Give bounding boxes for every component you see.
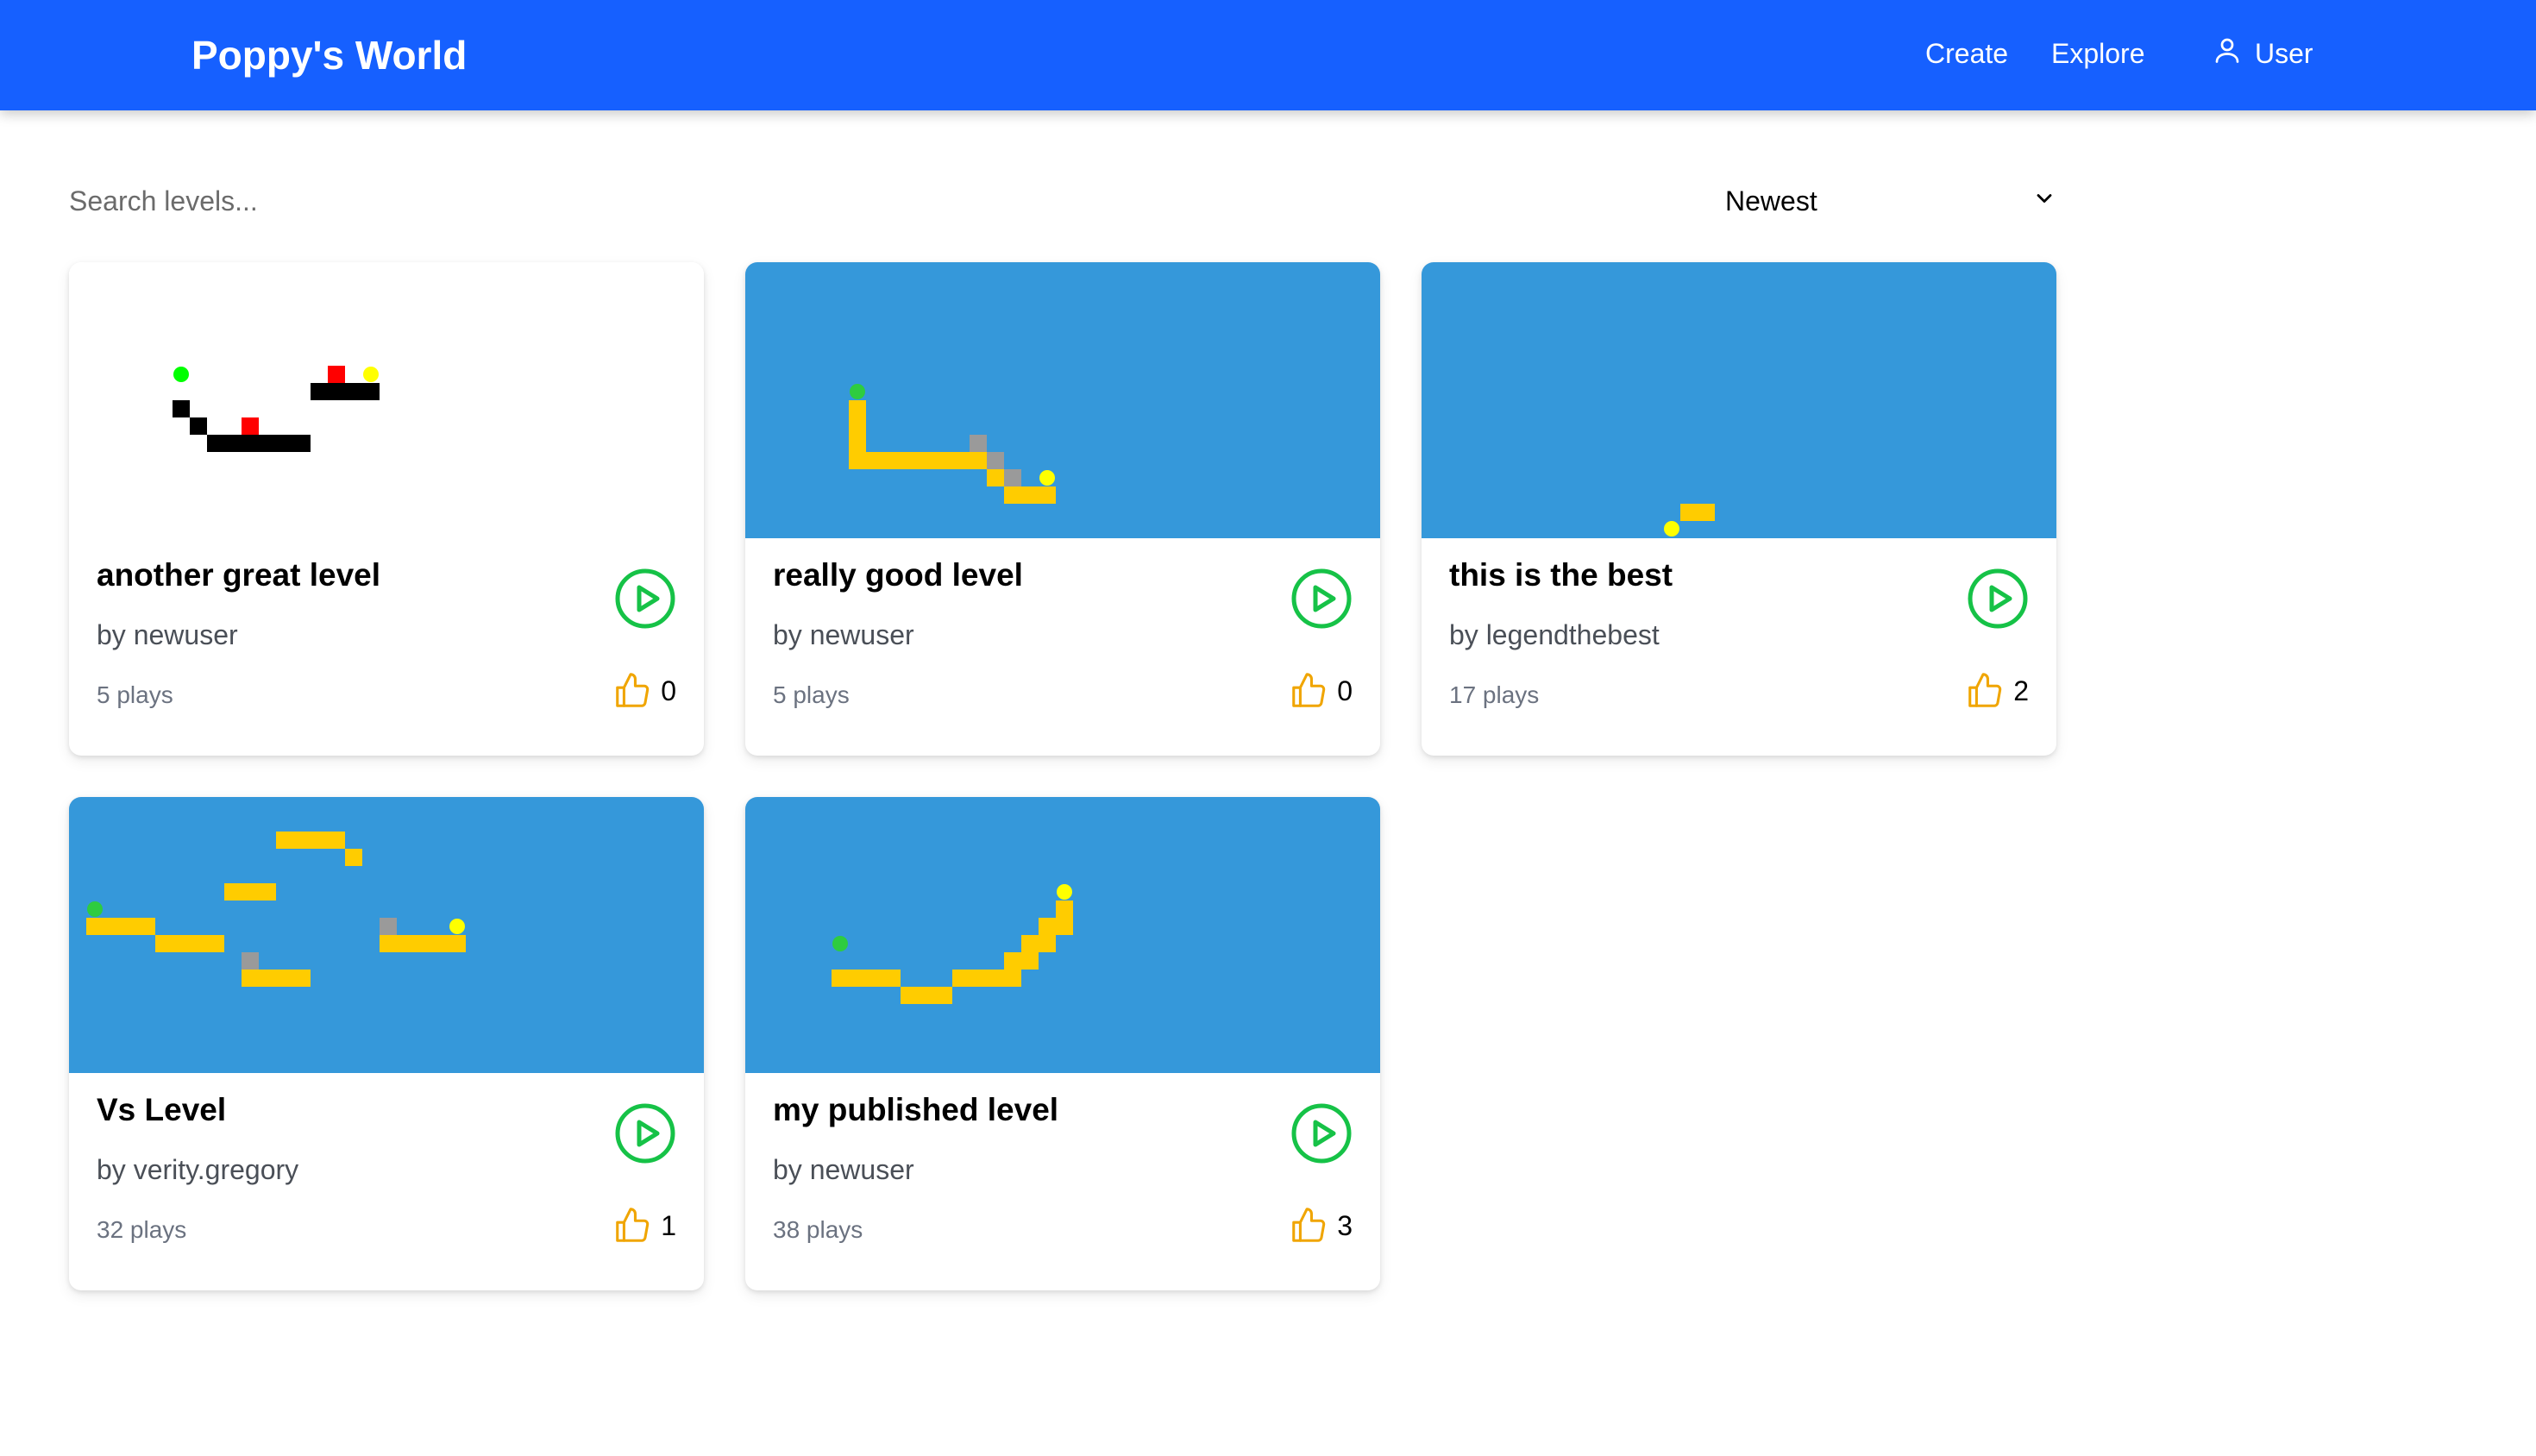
like-count: 1 [661, 1209, 676, 1241]
play-button[interactable] [614, 1102, 676, 1164]
sort-select[interactable]: Newest [1725, 178, 2056, 224]
level-thumbnail [69, 797, 704, 1073]
level-title: this is the best [1449, 557, 1673, 593]
level-card[interactable]: another great level by newuser 5 plays 0 [69, 262, 704, 756]
play-button[interactable] [614, 568, 676, 630]
level-title: really good level [773, 557, 1023, 593]
like-button[interactable]: 0 [1289, 671, 1353, 711]
level-plays: 32 plays [97, 1216, 187, 1243]
like-count: 2 [2013, 675, 2029, 706]
play-icon [1968, 568, 2028, 629]
play-icon [1291, 568, 1352, 629]
like-button[interactable]: 3 [1289, 1206, 1353, 1246]
sort-selected-value: Newest [1725, 185, 1817, 217]
chevron-down-icon [2032, 185, 2056, 217]
play-button[interactable] [1290, 1102, 1353, 1164]
level-title: Vs Level [97, 1092, 227, 1127]
level-author: by newuser [773, 619, 914, 650]
search-levels-input[interactable] [69, 178, 845, 224]
nav-create-link[interactable]: Create [1925, 38, 2008, 70]
like-button[interactable]: 2 [1965, 671, 2029, 711]
like-button[interactable]: 0 [612, 671, 676, 711]
level-plays: 5 plays [773, 681, 850, 708]
nav-user-menu[interactable]: User [2212, 35, 2313, 72]
like-count: 0 [661, 675, 676, 706]
level-plays: 38 plays [773, 1216, 863, 1243]
thumbs-up-icon [616, 1208, 650, 1242]
nav-explore-link[interactable]: Explore [2051, 38, 2145, 70]
level-plays: 5 plays [97, 681, 173, 708]
level-author: by verity.gregory [97, 1154, 299, 1185]
thumbs-up-icon [1968, 673, 2002, 707]
like-count: 3 [1337, 1209, 1353, 1241]
level-thumbnail [69, 262, 704, 538]
level-card[interactable]: my published level by newuser 38 plays 3 [745, 797, 1380, 1290]
user-icon [2212, 35, 2243, 72]
level-thumbnail [745, 797, 1380, 1073]
play-icon [1291, 1103, 1352, 1164]
level-thumbnail [1422, 262, 2056, 538]
level-card[interactable]: Vs Level by verity.gregory 32 plays 1 [69, 797, 704, 1290]
level-title: my published level [773, 1092, 1059, 1127]
level-title: another great level [97, 557, 381, 593]
brand-logo[interactable]: Poppy's World [191, 0, 467, 110]
level-thumbnail [745, 262, 1380, 538]
level-author: by newuser [97, 619, 238, 650]
level-author: by newuser [773, 1154, 914, 1185]
nav-user-label: User [2255, 37, 2313, 69]
level-author: by legendthebest [1449, 619, 1660, 650]
thumbs-up-icon [1292, 673, 1326, 707]
thumbs-up-icon [616, 673, 650, 707]
level-plays: 17 plays [1449, 681, 1540, 708]
play-icon [615, 568, 675, 629]
thumbs-up-icon [1292, 1208, 1326, 1242]
level-card[interactable]: this is the best by legendthebest 17 pla… [1422, 262, 2056, 756]
like-button[interactable]: 1 [612, 1206, 676, 1246]
play-icon [615, 1103, 675, 1164]
play-button[interactable] [1967, 568, 2029, 630]
like-count: 0 [1337, 675, 1353, 706]
level-card[interactable]: really good level by newuser 5 plays 0 [745, 262, 1380, 756]
play-button[interactable] [1290, 568, 1353, 630]
top-navbar: Poppy's World Create Explore User [0, 0, 2536, 110]
